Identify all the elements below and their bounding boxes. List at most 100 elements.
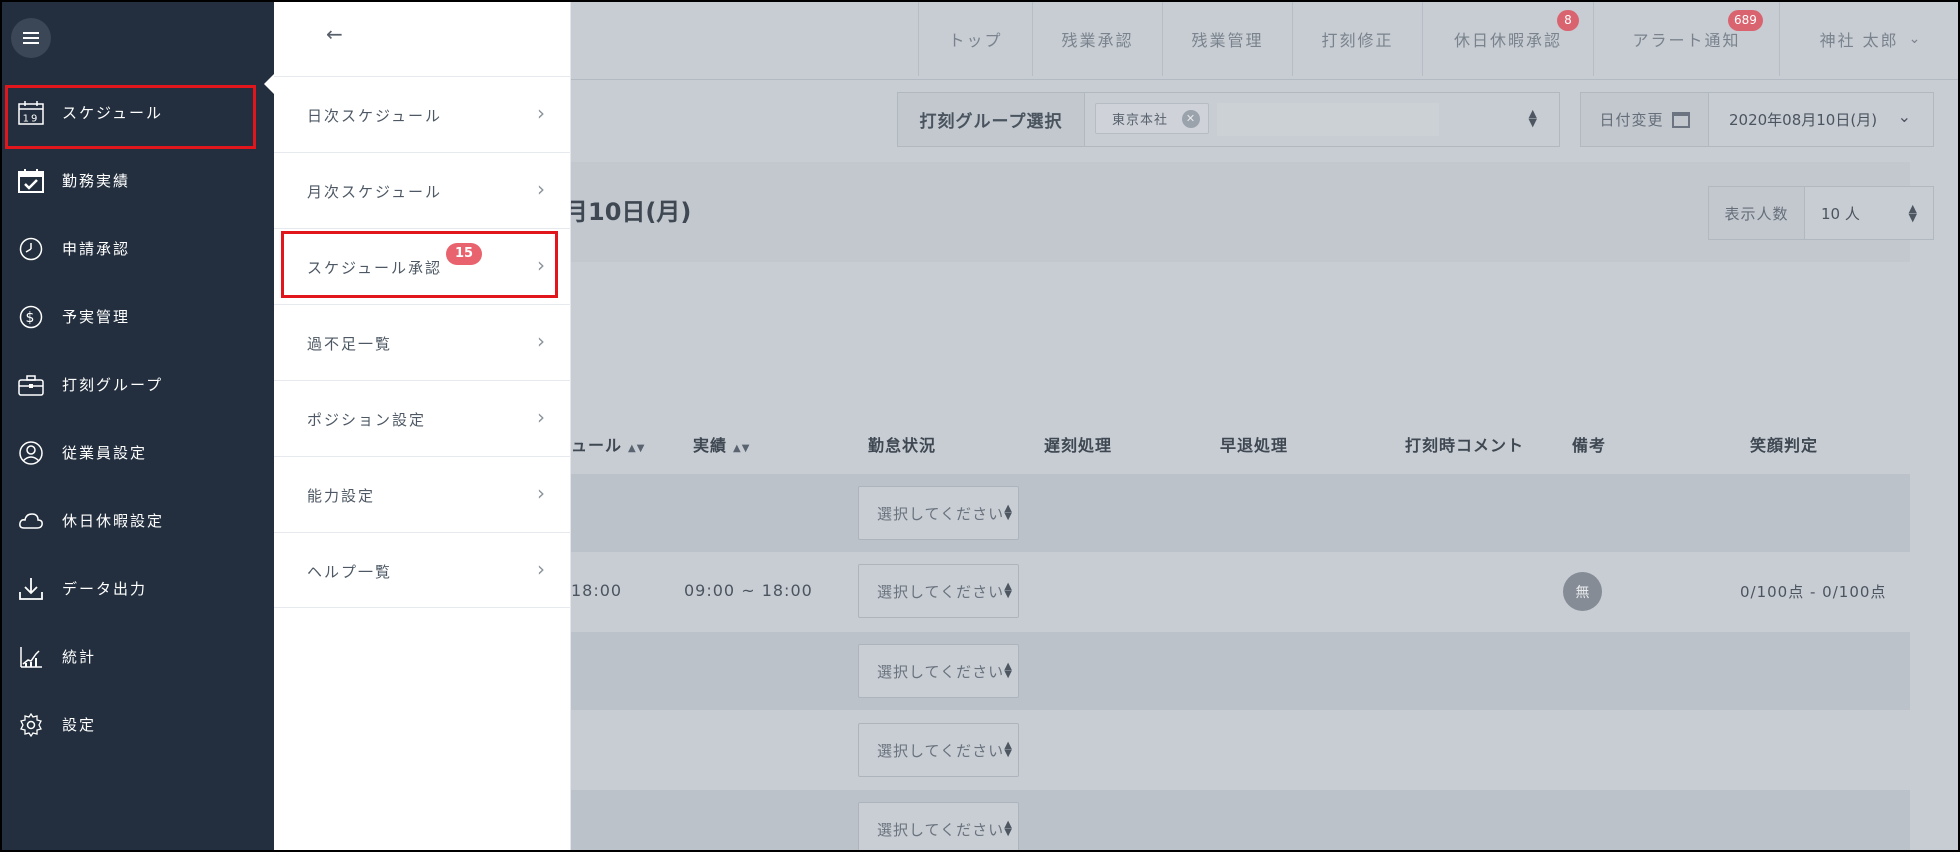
user-menu[interactable]: 神社 太郎 ⌄	[1779, 2, 1958, 76]
active-indicator	[264, 74, 274, 94]
topnav-label: 残業管理	[1191, 31, 1264, 50]
submenu-item-label: 日次スケジュール	[307, 107, 442, 125]
attendance-status-select[interactable]: 選択してください ▲ ▼	[858, 564, 1019, 618]
topnav-overtime-approval[interactable]: 残業承認	[1032, 2, 1162, 76]
sidebar-item-punch-group[interactable]: 打刻グループ	[2, 355, 274, 415]
back-arrow-icon[interactable]: ←	[326, 22, 343, 46]
header-schedule[interactable]: ュール ▲▼	[571, 432, 645, 456]
sidebar-item-label: 予実管理	[62, 308, 131, 326]
cloud-icon	[18, 509, 44, 533]
chevron-right-icon: ›	[537, 481, 545, 505]
sidebar-item-data-export[interactable]: データ出力	[2, 559, 274, 619]
dollar-icon: $	[18, 305, 44, 329]
header-early-leave-processing: 早退処理	[1220, 436, 1289, 455]
topnav-punch-correction[interactable]: 打刻修正	[1292, 2, 1422, 76]
schedule-approval-count-badge: 15	[446, 243, 483, 265]
actual-time: 09:00 ~ 18:00	[684, 581, 813, 600]
app-window: トップ 残業承認 残業管理 打刻修正 休日休暇承認 8 アラート通知 689 神…	[0, 0, 1960, 852]
topnav-overtime-management[interactable]: 残業管理	[1162, 2, 1292, 76]
user-name: 神社 太郎	[1819, 31, 1899, 50]
sidebar-item-settings[interactable]: 設定	[2, 695, 274, 755]
user-icon	[18, 441, 44, 465]
download-icon	[18, 577, 44, 601]
topnav-label: 休日休暇承認	[1453, 31, 1562, 50]
sidebar-item-statistics[interactable]: 統計	[2, 627, 274, 687]
submenu-item-label: ポジション設定	[307, 411, 427, 429]
submenu-item-help-list[interactable]: ヘルプ一覧 ›	[274, 532, 571, 608]
header-late-processing: 遅刻処理	[1044, 436, 1113, 455]
submenu-item-position-settings[interactable]: ポジション設定 ›	[274, 380, 571, 456]
attendance-status-select[interactable]: 選択してください ▲ ▼	[858, 644, 1019, 698]
selected-group-tag: 東京本社 ✕	[1095, 103, 1209, 134]
table-row	[458, 474, 1910, 552]
submenu-item-monthly-schedule[interactable]: 月次スケジュール ›	[274, 152, 571, 228]
select-updown-icon: ▲ ▼	[1004, 503, 1012, 522]
topnav-label: アラート通知	[1632, 31, 1741, 50]
punch-group-select[interactable]: 東京本社 ✕ ▲ ▼	[1085, 93, 1559, 146]
sidebar: 19 スケジュール 勤務実績 申請承認 $ 予実管理 打刻グループ 従業員設定 …	[2, 2, 274, 850]
chevron-right-icon: ›	[537, 405, 545, 429]
header-attendance-status: 勤怠状況	[868, 436, 937, 455]
chevron-right-icon: ›	[537, 101, 545, 125]
sidebar-item-budget-management[interactable]: $ 予実管理	[2, 287, 274, 347]
topnav-holiday-approval[interactable]: 休日休暇承認 8	[1422, 2, 1593, 76]
remove-tag-icon[interactable]: ✕	[1182, 110, 1200, 128]
calendar-icon	[1671, 111, 1690, 128]
sidebar-item-work-results[interactable]: 勤務実績	[2, 151, 274, 211]
select-updown-icon: ▲ ▼	[1004, 581, 1012, 600]
schedule-time: 18:00	[571, 581, 623, 600]
header-smile-judgement: 笑顔判定	[1750, 436, 1819, 455]
submenu-item-shortage-list[interactable]: 過不足一覧 ›	[274, 304, 571, 380]
sidebar-item-label: 勤務実績	[62, 172, 131, 190]
attendance-status-select[interactable]: 選択してください ▲ ▼	[858, 723, 1019, 777]
sort-icon: ▲▼	[733, 443, 751, 454]
holiday-approval-count-badge: 8	[1557, 10, 1579, 31]
punch-group-label: 打刻グループ選択	[898, 93, 1085, 146]
date-select[interactable]: 2020年08月10日(月) ⌄	[1709, 93, 1933, 146]
clock-icon	[18, 237, 44, 261]
sidebar-item-holiday-settings[interactable]: 休日休暇設定	[2, 491, 274, 551]
topnav-top[interactable]: トップ	[918, 2, 1032, 76]
header-remarks: 備考	[1572, 436, 1607, 455]
submenu-item-schedule-approval[interactable]: スケジュール承認 15 ›	[274, 228, 571, 304]
sidebar-item-employee-settings[interactable]: 従業員設定	[2, 423, 274, 483]
display-count-select[interactable]: 10 人 ▲ ▼	[1805, 187, 1933, 239]
chevron-down-icon: ⌄	[1908, 31, 1923, 47]
table-row	[458, 790, 1910, 850]
date-value: 2020年08月10日(月)	[1729, 111, 1878, 129]
select-updown-icon: ▲ ▼	[1908, 202, 1917, 224]
sidebar-item-schedule[interactable]: 19 スケジュール	[2, 83, 274, 143]
chevron-right-icon: ›	[537, 329, 545, 353]
header-actual[interactable]: 実績 ▲▼	[693, 432, 750, 456]
sidebar-item-label: 従業員設定	[62, 444, 148, 462]
chevron-right-icon: ›	[537, 177, 545, 201]
select-updown-icon: ▲ ▼	[1004, 819, 1012, 838]
smile-score: 0/100点 - 0/100点	[1740, 583, 1887, 601]
display-count-value: 10 人	[1821, 204, 1860, 223]
sidebar-item-label: データ出力	[62, 580, 148, 598]
submenu-item-label: 能力設定	[307, 487, 376, 505]
schedule-submenu: ← 日次スケジュール › 月次スケジュール › スケジュール承認 15 › 過不…	[274, 2, 571, 850]
sidebar-item-label: スケジュール	[62, 104, 163, 122]
chevron-down-icon: ⌄	[1897, 107, 1911, 126]
sidebar-item-application-approval[interactable]: 申請承認	[2, 219, 274, 279]
date-change-button[interactable]: 日付変更	[1581, 93, 1709, 146]
select-updown-icon: ▲ ▼	[1004, 740, 1012, 759]
topnav-alert-notification[interactable]: アラート通知 689	[1593, 2, 1779, 76]
submenu-item-label: 月次スケジュール	[307, 183, 442, 201]
chevron-right-icon: ›	[537, 253, 545, 277]
calendar-icon: 19	[18, 101, 44, 125]
group-tag-label: 東京本社	[1112, 113, 1169, 128]
header-punch-comment: 打刻時コメント	[1405, 436, 1525, 455]
alert-count-badge: 689	[1728, 10, 1763, 31]
punch-group-search-input[interactable]	[1217, 103, 1439, 136]
attendance-status-select[interactable]: 選択してください ▲ ▼	[858, 802, 1019, 850]
submenu-item-daily-schedule[interactable]: 日次スケジュール ›	[274, 76, 571, 152]
topnav-label: 打刻修正	[1321, 31, 1394, 50]
submenu-item-skill-settings[interactable]: 能力設定 ›	[274, 456, 571, 532]
select-updown-icon: ▲ ▼	[1004, 661, 1012, 680]
schedule-table	[458, 262, 1910, 850]
display-count-control: 表示人数 10 人 ▲ ▼	[1708, 186, 1934, 240]
hamburger-menu-icon[interactable]	[11, 18, 51, 58]
attendance-status-select[interactable]: 選択してください ▲ ▼	[858, 486, 1019, 540]
